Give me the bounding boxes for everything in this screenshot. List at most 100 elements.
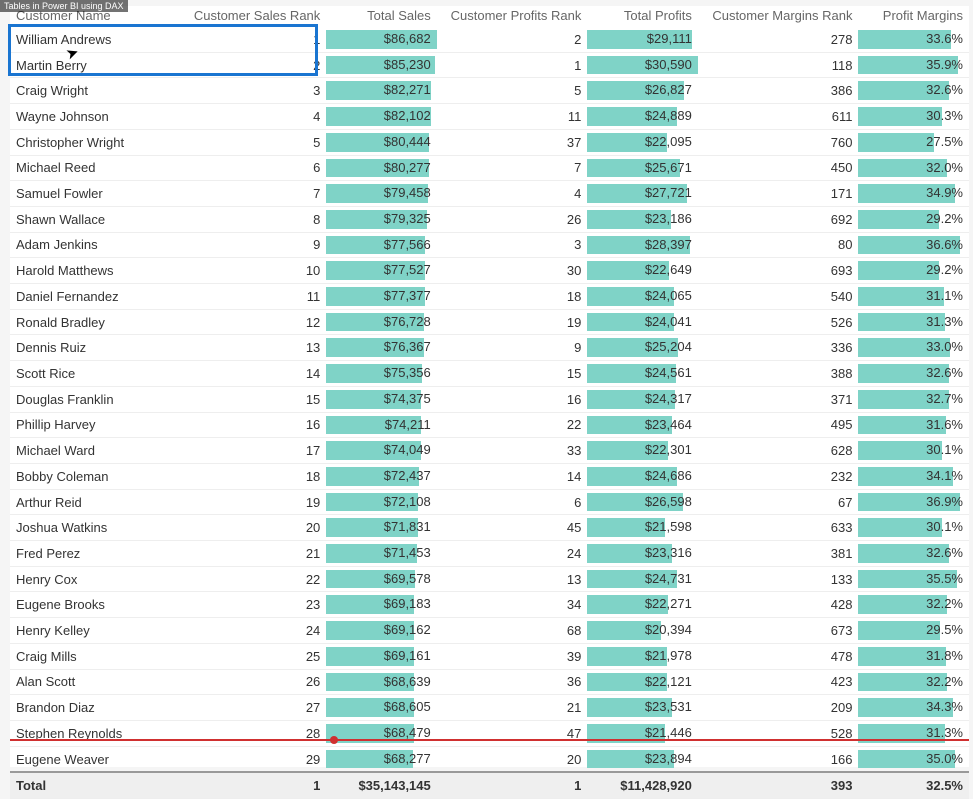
bar-value: $24,731 [587, 567, 697, 592]
col-margins_rank[interactable]: Customer Margins Rank [698, 6, 859, 27]
cell-sales-rank: 28 [186, 720, 327, 746]
table-row[interactable]: Eugene Brooks23$69,18334$22,27142832.2% [10, 592, 969, 618]
table-row[interactable]: William Andrews1$86,6822$29,11127833.6% [10, 27, 969, 52]
cell-margins-rank: 388 [698, 361, 859, 387]
cell-total-profits: $11,428,920 [587, 772, 697, 798]
bar-value: $71,453 [326, 541, 436, 566]
table-row[interactable]: Stephen Reynolds28$68,47947$21,44652831.… [10, 720, 969, 746]
cell-margins-rank: 633 [698, 515, 859, 541]
bar-value: $29,111 [587, 27, 697, 52]
bar-value: $28,397 [587, 233, 697, 258]
customer-table-container: Customer NameCustomer Sales RankTotal Sa… [10, 6, 969, 767]
cell-sales-rank: 20 [186, 515, 327, 541]
col-margin[interactable]: Profit Margins [858, 6, 969, 27]
cell-profits: $28,397 [587, 232, 697, 258]
table-row[interactable]: Henry Cox22$69,57813$24,73113335.5% [10, 566, 969, 592]
bar-value: $23,464 [587, 413, 697, 438]
cell-sales: $80,444 [326, 129, 436, 155]
cell-profits-rank: 18 [437, 284, 588, 310]
cell-margin: 32.7% [858, 386, 969, 412]
table-row[interactable]: Phillip Harvey16$74,21122$23,46449531.6% [10, 412, 969, 438]
bar-value: 32.2% [858, 670, 969, 695]
cell-margins-rank: 133 [698, 566, 859, 592]
cell-profits: $26,598 [587, 489, 697, 515]
bar-value: $68,639 [326, 670, 436, 695]
bar-value: $24,561 [587, 361, 697, 386]
table-row[interactable]: Joshua Watkins20$71,83145$21,59863330.1% [10, 515, 969, 541]
cell-profits: $21,598 [587, 515, 697, 541]
cell-sales-rank: 17 [186, 438, 327, 464]
cell-sales: $69,578 [326, 566, 436, 592]
table-row[interactable]: Christopher Wright5$80,44437$22,09576027… [10, 129, 969, 155]
cell-profits: $22,649 [587, 258, 697, 284]
table-row[interactable]: Samuel Fowler7$79,4584$27,72117134.9% [10, 181, 969, 207]
cell-profits: $23,894 [587, 746, 697, 772]
bar-value: $74,375 [326, 387, 436, 412]
bar-value: 33.6% [858, 27, 969, 52]
cell-sales-rank: 11 [186, 284, 327, 310]
cell-margins-rank: 628 [698, 438, 859, 464]
table-row[interactable]: Michael Ward17$74,04933$22,30162830.1% [10, 438, 969, 464]
cell-name: Bobby Coleman [10, 463, 186, 489]
table-row[interactable]: Martin Berry2$85,2301$30,59011835.9% [10, 52, 969, 78]
bar-value: $85,230 [326, 53, 436, 78]
bar-value: $77,377 [326, 284, 436, 309]
table-row[interactable]: Brandon Diaz27$68,60521$23,53120934.3% [10, 695, 969, 721]
table-row[interactable]: Fred Perez21$71,45324$23,31638132.6% [10, 541, 969, 567]
video-progress-bar[interactable] [10, 739, 969, 741]
table-row[interactable]: Shawn Wallace8$79,32526$23,18669229.2% [10, 206, 969, 232]
cell-profits-rank: 4 [437, 181, 588, 207]
table-row[interactable]: Arthur Reid19$72,1086$26,5986736.9% [10, 489, 969, 515]
bar-value: 30.1% [858, 515, 969, 540]
video-progress-knob[interactable] [330, 736, 338, 744]
cell-sales-rank: 16 [186, 412, 327, 438]
cell-sales-rank: 22 [186, 566, 327, 592]
cell-margin: 32.2% [858, 669, 969, 695]
table-row[interactable]: Ronald Bradley12$76,72819$24,04152631.3% [10, 309, 969, 335]
table-row[interactable]: Daniel Fernandez11$77,37718$24,06554031.… [10, 284, 969, 310]
cell-profits-rank: 19 [437, 309, 588, 335]
col-profits[interactable]: Total Profits [587, 6, 697, 27]
table-row[interactable]: Alan Scott26$68,63936$22,12142332.2% [10, 669, 969, 695]
bar-value: $22,121 [587, 670, 697, 695]
table-row[interactable]: Henry Kelley24$69,16268$20,39467329.5% [10, 618, 969, 644]
cell-profits-rank: 24 [437, 541, 588, 567]
cell-margins-rank: 692 [698, 206, 859, 232]
bar-value: 32.7% [858, 387, 969, 412]
bar-value: $74,211 [326, 413, 436, 438]
cell-margins-rank: 278 [698, 27, 859, 52]
cell-sales: $72,108 [326, 489, 436, 515]
cell-sales: $72,437 [326, 463, 436, 489]
cell-profits-rank: 34 [437, 592, 588, 618]
cell-margins-rank: 371 [698, 386, 859, 412]
bar-value: $79,325 [326, 207, 436, 232]
cell-margins-rank: 526 [698, 309, 859, 335]
bar-value: $74,049 [326, 438, 436, 463]
table-row[interactable]: Craig Mills25$69,16139$21,97847831.8% [10, 643, 969, 669]
cell-sales: $68,479 [326, 720, 436, 746]
bar-value: $25,204 [587, 335, 697, 360]
col-sales_rank[interactable]: Customer Sales Rank [186, 6, 327, 27]
col-sales[interactable]: Total Sales [326, 6, 436, 27]
col-profits_rank[interactable]: Customer Profits Rank [437, 6, 588, 27]
table-row[interactable]: Eugene Weaver29$68,27720$23,89416635.0% [10, 746, 969, 772]
table-row[interactable]: Douglas Franklin15$74,37516$24,31737132.… [10, 386, 969, 412]
table-row[interactable]: Harold Matthews10$77,52730$22,64969329.2… [10, 258, 969, 284]
table-row[interactable]: Adam Jenkins9$77,5663$28,3978036.6% [10, 232, 969, 258]
cell-name: Dennis Ruiz [10, 335, 186, 361]
table-row[interactable]: Michael Reed6$80,2777$25,67145032.0% [10, 155, 969, 181]
cell-margins-rank: 693 [698, 258, 859, 284]
table-row[interactable]: Scott Rice14$75,35615$24,56138832.6% [10, 361, 969, 387]
bar-value: 35.0% [858, 747, 969, 772]
table-row[interactable]: Bobby Coleman18$72,43714$24,68623234.1% [10, 463, 969, 489]
bar-value: $21,978 [587, 644, 697, 669]
table-row[interactable]: Craig Wright3$82,2715$26,82738632.6% [10, 78, 969, 104]
cell-profits: $24,041 [587, 309, 697, 335]
cell-margin: 33.0% [858, 335, 969, 361]
bar-value: $30,590 [587, 53, 697, 78]
table-row[interactable]: Dennis Ruiz13$76,3679$25,20433633.0% [10, 335, 969, 361]
cell-profits: $22,271 [587, 592, 697, 618]
bar-value: 36.6% [858, 233, 969, 258]
cell-margins-rank: 67 [698, 489, 859, 515]
table-row[interactable]: Wayne Johnson4$82,10211$24,88961130.3% [10, 104, 969, 130]
